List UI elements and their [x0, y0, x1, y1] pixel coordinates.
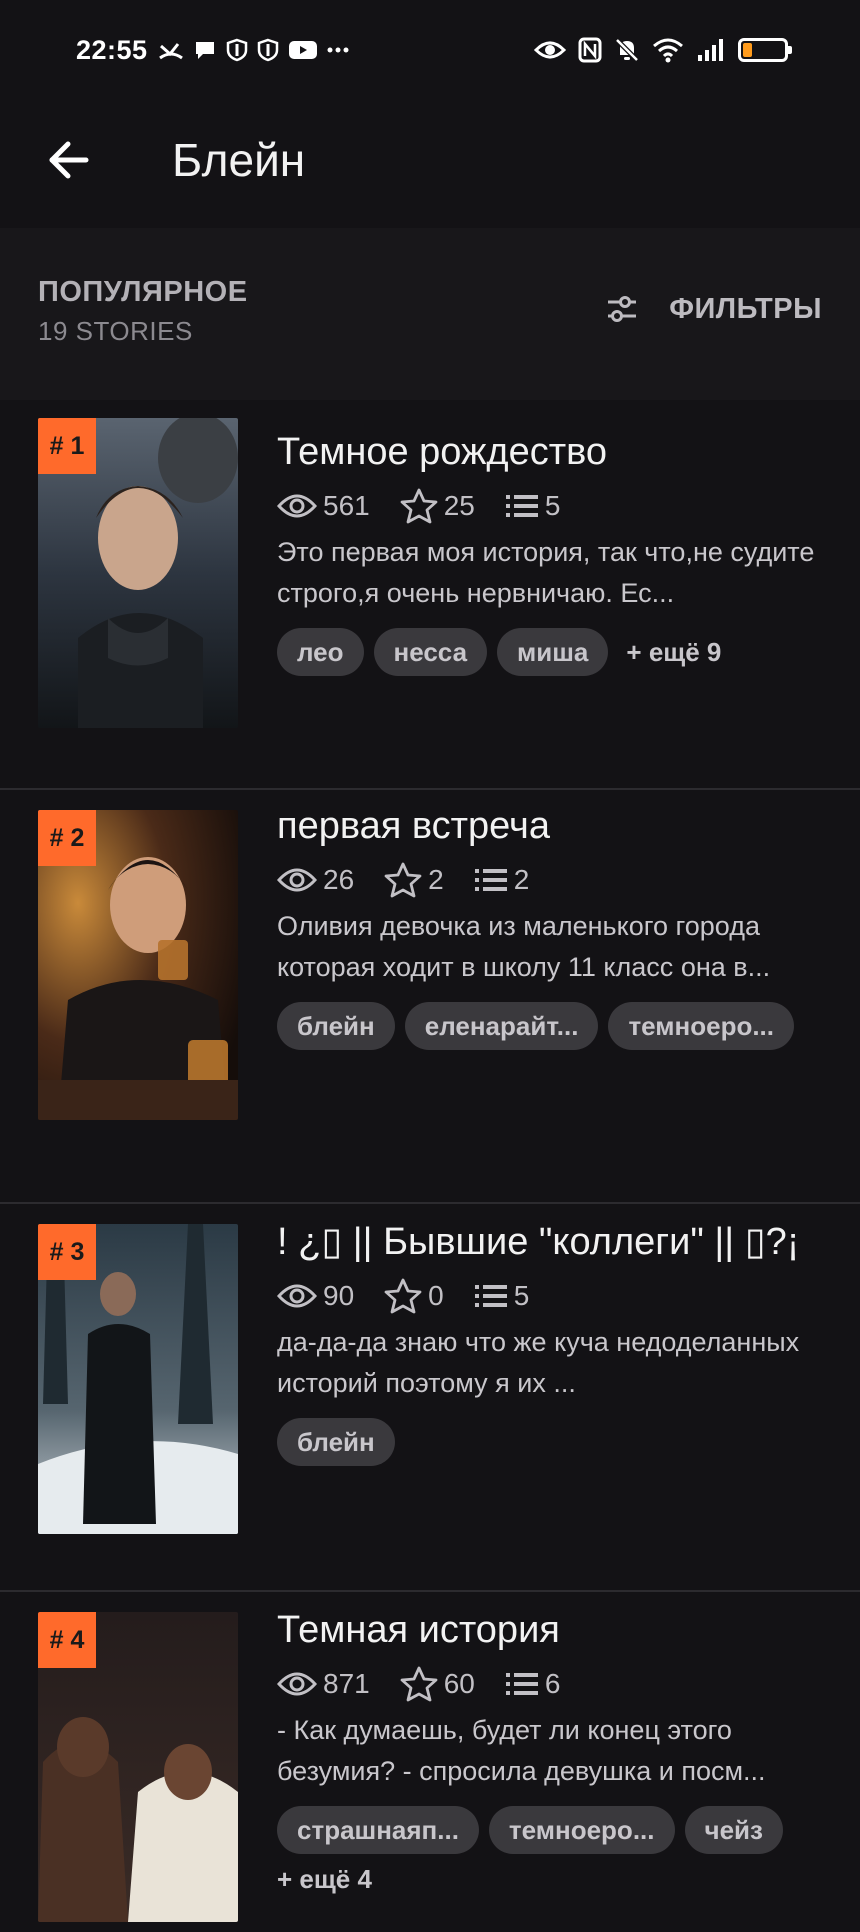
- list-icon: [505, 1673, 538, 1695]
- shield-icon-2: [257, 38, 278, 62]
- shield-icon: [226, 38, 247, 62]
- tag-chip[interactable]: темноеро...: [608, 1002, 795, 1050]
- star-icon: [400, 488, 438, 524]
- more-tags-link[interactable]: + ещё 4: [277, 1864, 372, 1895]
- tag-chip[interactable]: несса: [373, 628, 488, 676]
- battery-icon: [738, 38, 792, 62]
- eye-icon: [277, 1672, 317, 1696]
- more-tags-link[interactable]: + ещё 9: [626, 637, 721, 668]
- tag-list: блейн еленарайт... темноеро...: [277, 1002, 830, 1050]
- story-card[interactable]: # 3 ! ¿▯ || Бывшие "коллеги" || ▯?¡ 90 0…: [0, 1204, 860, 1592]
- story-count: 19 STORIES: [38, 316, 193, 346]
- arrow-left-icon: [49, 141, 89, 179]
- votes-count: 25: [443, 490, 475, 521]
- story-stats: 871 60 6: [277, 1662, 830, 1706]
- youtube-icon: [288, 41, 317, 59]
- story-stats: 561 25 5: [277, 484, 830, 528]
- filters-label: ФИЛЬТРЫ: [669, 292, 822, 325]
- story-cover[interactable]: # 2: [38, 810, 238, 1120]
- status-time: 22:55: [76, 34, 148, 65]
- tag-list: блейн: [277, 1418, 830, 1466]
- story-list: # 1 Темное рождество 561 25 5 Это первая…: [0, 400, 860, 1932]
- list-icon: [474, 1285, 507, 1307]
- story-stats: 26 2 2: [277, 858, 830, 902]
- more-notifications-icon: [327, 47, 349, 53]
- story-card[interactable]: # 2 первая встреча 26 2 2 Оливия девочка…: [0, 790, 860, 1204]
- parts-count: 5: [544, 490, 561, 521]
- rank-badge: # 4: [38, 1612, 96, 1668]
- section-title: ПОПУЛЯРНОЕ: [38, 276, 248, 308]
- story-description: да-да-да знаю что же куча недоделанных и…: [277, 1327, 800, 1398]
- story-description: Оливия девочка из маленького города кото…: [277, 911, 771, 982]
- story-stats: 90 0 5: [277, 1274, 830, 1318]
- status-bar: 22:55: [0, 0, 860, 100]
- filters-button[interactable]: ФИЛЬТРЫ: [605, 292, 822, 326]
- tag-list: лео несса миша + ещё 9: [277, 628, 830, 676]
- parts-count: 5: [513, 1280, 530, 1311]
- tag-chip[interactable]: темноеро...: [488, 1806, 675, 1854]
- tag-chip[interactable]: блейн: [277, 1002, 395, 1050]
- section-header: ПОПУЛЯРНОЕ 19 STORIES ФИЛЬТРЫ: [0, 228, 860, 400]
- eye-icon: [277, 868, 317, 892]
- story-card[interactable]: # 1 Темное рождество 561 25 5 Это первая…: [0, 400, 860, 790]
- tag-chip[interactable]: чейз: [684, 1806, 783, 1854]
- views-count: 561: [323, 490, 370, 521]
- story-cover[interactable]: # 1: [38, 418, 238, 728]
- rank-badge: # 2: [38, 810, 96, 866]
- tag-list: страшнаяп... темноеро... чейз + ещё 4: [277, 1806, 830, 1895]
- votes-count: 2: [428, 864, 444, 895]
- eye-icon: [277, 1284, 317, 1308]
- story-title: Темная история: [277, 1609, 560, 1651]
- star-icon: [384, 862, 422, 898]
- tag-chip[interactable]: еленарайт...: [404, 1002, 599, 1050]
- list-icon: [505, 495, 538, 517]
- story-title: Темное рождество: [277, 431, 608, 473]
- call-missed-icon: [158, 43, 183, 60]
- back-button[interactable]: [28, 120, 108, 200]
- parts-count: 2: [513, 864, 530, 895]
- rank-badge: # 3: [38, 1224, 96, 1280]
- story-title: первая встреча: [277, 805, 550, 847]
- rank-badge: # 1: [38, 418, 96, 474]
- views-count: 26: [323, 864, 355, 895]
- star-icon: [384, 1278, 422, 1314]
- story-cover[interactable]: # 4: [38, 1612, 238, 1922]
- story-description: Это первая моя история, так что,не судит…: [277, 537, 815, 608]
- votes-count: 60: [443, 1668, 475, 1699]
- wifi-icon: [653, 38, 683, 63]
- tag-chip[interactable]: блейн: [277, 1418, 395, 1466]
- chat-bubble-icon: [195, 42, 214, 59]
- mute-bell-icon: [615, 38, 639, 62]
- story-card[interactable]: # 4 Темная история 871 60 6 - Как думаеш…: [0, 1592, 860, 1932]
- nfc-icon: [578, 37, 602, 63]
- sliders-icon: [608, 296, 637, 322]
- tag-chip[interactable]: страшнаяп...: [277, 1806, 479, 1854]
- story-description: - Как думаешь, будет ли конец этого безу…: [277, 1715, 766, 1786]
- signal-icon: [698, 39, 723, 61]
- page-title: Блейн: [172, 134, 306, 186]
- story-title: ! ¿▯ || Бывшие "коллеги" || ▯?¡: [277, 1221, 800, 1263]
- app-bar: Блейн: [0, 100, 860, 220]
- story-cover[interactable]: # 3: [38, 1224, 238, 1534]
- views-count: 90: [323, 1280, 355, 1311]
- tag-chip[interactable]: миша: [497, 628, 609, 676]
- star-icon: [400, 1666, 438, 1702]
- eye-icon: [277, 494, 317, 518]
- tag-chip[interactable]: лео: [277, 628, 364, 676]
- eye-comfort-icon: [534, 41, 566, 59]
- list-icon: [474, 869, 507, 891]
- views-count: 871: [323, 1668, 370, 1699]
- votes-count: 0: [428, 1280, 444, 1311]
- parts-count: 6: [544, 1668, 561, 1699]
